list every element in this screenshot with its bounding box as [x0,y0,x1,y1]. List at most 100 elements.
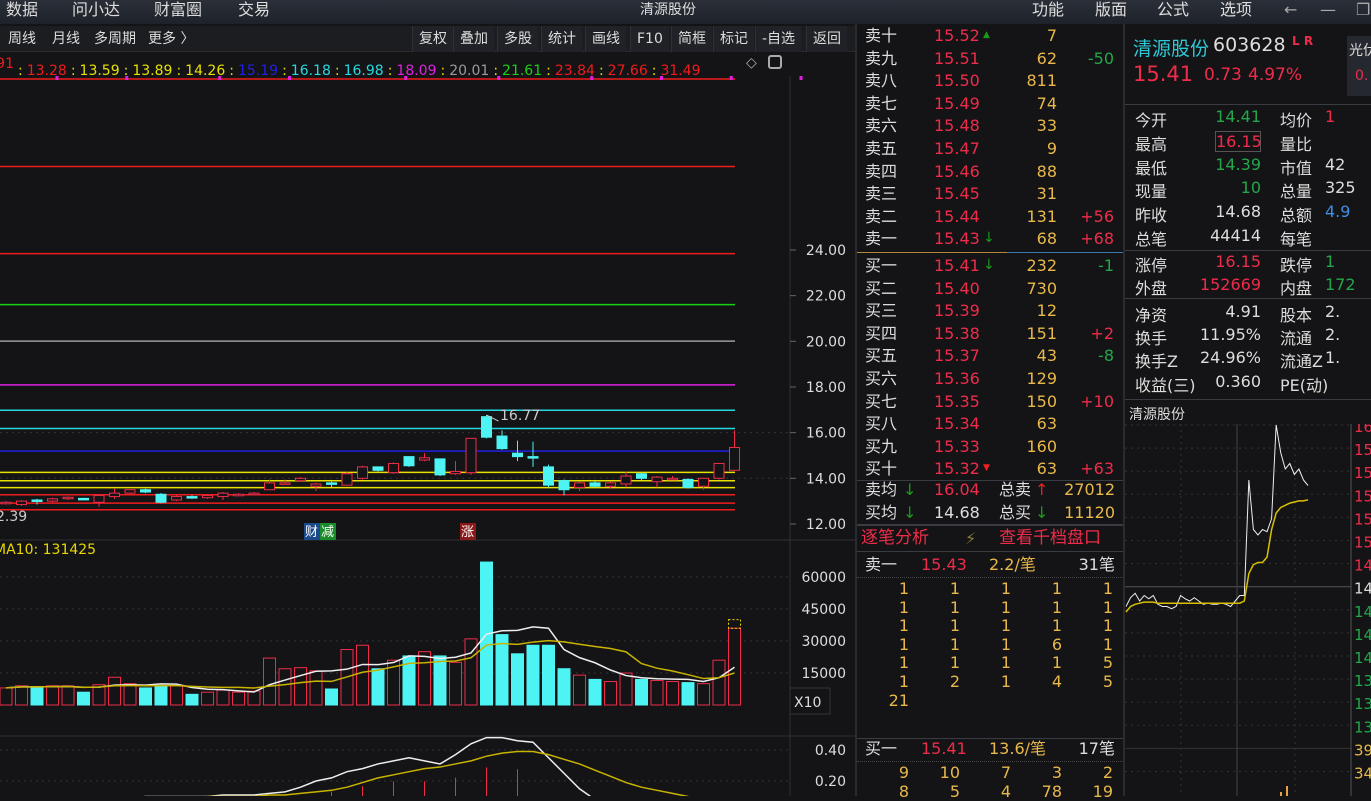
volume-bar[interactable] [325,688,338,706]
candle[interactable] [574,482,585,488]
menu-function[interactable]: 功能 [1032,0,1064,20]
volume-bar[interactable] [666,681,679,706]
menu-wenxiaoda[interactable]: 问小达 [72,0,120,20]
volume-bar[interactable] [108,676,121,706]
candle[interactable] [512,452,523,458]
volume-bar[interactable] [185,693,199,706]
candle[interactable] [388,462,399,474]
volume-bar[interactable] [604,681,617,706]
volume-bar[interactable] [123,683,137,706]
candle[interactable] [93,494,105,503]
volume-bar[interactable] [139,687,152,706]
ask-row[interactable]: 卖四 15.46 88 [857,160,1123,183]
candle[interactable] [481,416,492,438]
ask-row[interactable]: 卖三 15.45 31 [857,182,1123,205]
toolbar-button[interactable]: 复权 [412,26,453,52]
candle[interactable] [171,496,182,501]
candle[interactable] [233,493,244,497]
volume-bar[interactable] [77,691,90,706]
candle[interactable] [496,435,508,450]
candle[interactable] [465,437,477,474]
minimize-icon[interactable]: — [1320,0,1336,20]
volume-bar[interactable] [61,685,75,706]
candle[interactable] [589,482,601,487]
volume-bar[interactable] [712,659,726,706]
volume-bar[interactable] [511,653,524,706]
toolbar-button[interactable]: 画线 [585,26,626,52]
toolbar-button[interactable]: F10 [630,26,669,52]
ask-row[interactable]: 卖九 15.51 62 -50 [857,47,1123,70]
volume-bar[interactable] [216,689,230,706]
bid-row[interactable]: 买二 15.40 730 [857,277,1123,300]
candle[interactable] [357,466,368,479]
period-tab[interactable]: 月线 [52,26,80,52]
toolbar-button[interactable]: 多股 [497,26,538,52]
toolbar-button[interactable]: 返回 [806,26,847,52]
bid-row[interactable]: 买十 15.32 63 +63 [857,457,1123,480]
diamond-icon[interactable]: ◇ [746,55,757,71]
volume-bar[interactable] [154,685,168,706]
volume-bar[interactable] [635,678,648,706]
volume-bar[interactable] [526,644,540,706]
volume-bar[interactable] [371,668,385,706]
menu-trade[interactable]: 交易 [238,0,270,20]
volume-bar[interactable] [433,655,447,706]
toolbar-button[interactable]: 标记 [713,26,754,52]
candle[interactable] [295,477,306,482]
bid-row[interactable]: 买四 15.38 151 +2 [857,322,1123,345]
volume-bar[interactable] [309,670,323,706]
back-arrow-icon[interactable]: ← [1284,0,1297,20]
candle[interactable] [326,482,337,485]
candle[interactable] [140,489,151,493]
candle[interactable] [47,498,58,502]
candle[interactable] [217,492,229,498]
volume-bar[interactable] [356,644,369,706]
candle[interactable] [403,456,415,467]
bid-row[interactable]: 买八 15.34 63 [857,412,1123,435]
candle[interactable] [78,497,89,501]
menu-options[interactable]: 选项 [1220,0,1252,20]
candle[interactable] [124,489,136,494]
volume-bar[interactable] [201,691,214,706]
period-tab[interactable]: 周线 [8,26,36,52]
bid-row[interactable]: 买三 15.39 12 [857,299,1123,322]
volume-bar[interactable] [294,667,307,706]
candle[interactable] [558,480,570,491]
volume-bar[interactable] [247,690,261,706]
volume-bar[interactable] [495,634,509,706]
volume-bar[interactable] [681,682,695,706]
candle[interactable] [31,499,43,502]
candle[interactable] [682,478,694,488]
candle[interactable] [419,457,430,461]
volume-bar[interactable] [170,685,183,706]
candle[interactable] [651,476,663,483]
restore-icon[interactable]: ❐ [1356,0,1370,20]
candle[interactable] [202,494,213,499]
candle[interactable] [264,482,275,491]
volume-bar[interactable] [30,686,44,706]
period-tab[interactable]: 更多 〉 [148,26,194,52]
bid-row[interactable]: 买七 15.35 150 +10 [857,390,1123,413]
menu-layout[interactable]: 版面 [1095,0,1127,20]
menu-wealth-circle[interactable]: 财富圈 [154,0,202,20]
ask-row[interactable]: 卖十 15.52 7 [857,24,1123,47]
ask-row[interactable]: 卖六 15.48 33 [857,114,1123,137]
panel-toggle-icon[interactable] [768,55,782,69]
toolbar-button[interactable]: 统计 [541,26,582,52]
ask-row[interactable]: 卖五 15.47 9 [857,137,1123,160]
volume-bar[interactable] [15,685,28,706]
volume-bar[interactable] [650,679,664,706]
intraday-chart[interactable]: 16 15 15 15 15 15 14 14 14 14 14 13 13 13 39 34 [1125,424,1371,796]
ask-row[interactable]: 卖七 15.49 74 [857,92,1123,115]
candle[interactable] [729,446,740,471]
volume-bar[interactable] [449,661,462,706]
volume-bar[interactable] [619,672,633,706]
candle[interactable] [248,492,260,496]
volume-bar[interactable] [0,687,13,706]
candle[interactable] [310,483,322,487]
candle[interactable] [667,477,678,481]
candle[interactable] [16,500,27,506]
period-tab[interactable]: 多周期 [94,26,136,52]
volume-bar[interactable] [542,644,555,706]
bid-row[interactable]: 买六 15.36 129 [857,367,1123,390]
